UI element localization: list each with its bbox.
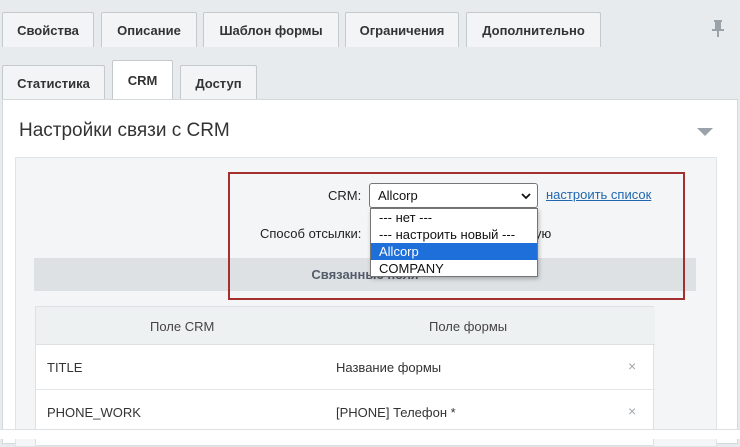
tab-label: Шаблон формы (219, 22, 323, 38)
tab-properties[interactable]: Свойства (2, 12, 94, 47)
tab-label: Описание (117, 22, 181, 38)
tab-additional[interactable]: Дополнительно (466, 12, 601, 47)
column-header-form-field: Поле формы (429, 319, 508, 334)
panel-title: Настройки связи с CRM (19, 120, 230, 141)
tab-label: Доступ (195, 75, 242, 91)
tab-label: Свойства (17, 22, 79, 38)
tab-crm[interactable]: CRM (112, 60, 173, 100)
tab-access[interactable]: Доступ (180, 65, 257, 100)
tab-label: Статистика (17, 75, 90, 91)
crm-field-cell: TITLE (47, 360, 83, 375)
form-field-cell: [PHONE] Телефон * (336, 405, 456, 420)
tab-description[interactable]: Описание (101, 12, 197, 47)
tab-label: Дополнительно (482, 22, 585, 38)
tab-form-template[interactable]: Шаблон формы (203, 12, 339, 47)
table-header: Поле CRM Поле формы (36, 307, 655, 345)
tab-restrictions[interactable]: Ограничения (345, 12, 459, 47)
tab-label: CRM (127, 73, 158, 88)
table-row: TITLE Название формы × (36, 345, 655, 390)
tab-label: Ограничения (359, 22, 445, 38)
highlight-frame (228, 172, 685, 300)
collapse-arrow-icon[interactable] (697, 128, 713, 136)
field-mapping-table: Поле CRM Поле формы TITLE Название формы… (35, 306, 655, 446)
delete-row-icon[interactable]: × (628, 403, 636, 419)
column-header-crm-field: Поле CRM (150, 319, 215, 334)
delete-row-icon[interactable]: × (628, 358, 636, 374)
crm-field-cell: PHONE_WORK (47, 405, 141, 420)
tab-statistics[interactable]: Статистика (2, 65, 105, 100)
bottom-scroll-area (0, 429, 740, 439)
pin-icon[interactable] (711, 19, 725, 37)
form-field-cell: Название формы (336, 360, 442, 375)
